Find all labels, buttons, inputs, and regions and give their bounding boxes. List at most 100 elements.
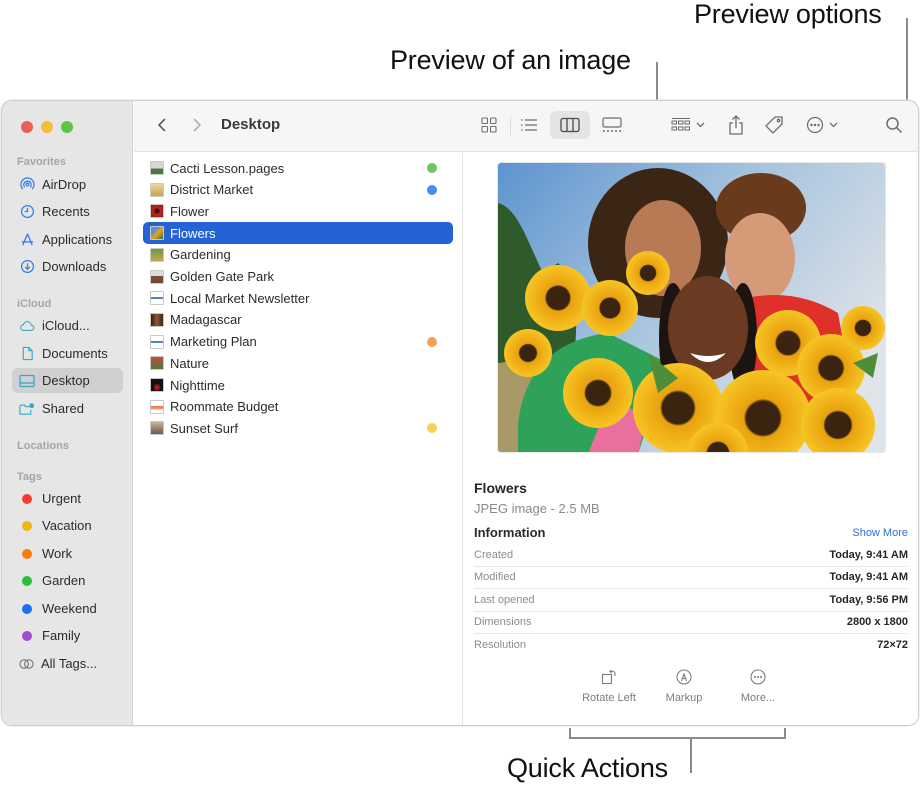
file-name: Local Market Newsletter	[170, 290, 310, 306]
clock-icon	[19, 204, 35, 220]
sidebar-tag-vacation[interactable]: Vacation	[12, 513, 123, 538]
file-thumbnail-icon	[150, 269, 164, 284]
file-thumbnail-icon	[150, 312, 164, 327]
sidebar-item-shared[interactable]: Shared	[12, 396, 123, 421]
search-button[interactable]	[882, 111, 906, 139]
group-by-icon	[671, 118, 690, 131]
preview-photo	[498, 163, 885, 452]
tag-icon	[765, 116, 783, 134]
file-row[interactable]: Cacti Lesson.pages	[143, 157, 453, 179]
sidebar-item-downloads[interactable]: Downloads	[12, 254, 123, 279]
group-by-button[interactable]	[668, 111, 708, 139]
list-view-button[interactable]	[514, 111, 544, 139]
sidebar-item-label: Shared	[42, 401, 84, 416]
show-more-link[interactable]: Show More	[852, 527, 908, 539]
file-tag-dot	[427, 163, 437, 173]
info-value: Today, 9:41 AM	[829, 571, 908, 584]
markup-button[interactable]: Markup	[649, 669, 719, 704]
action-menu-button[interactable]	[804, 111, 840, 139]
file-name: Roommate Budget	[170, 399, 279, 415]
tag-color-dot	[22, 548, 32, 559]
sidebar-item-label: Garden	[42, 573, 86, 588]
sidebar-item-documents[interactable]: Documents	[12, 341, 123, 366]
sidebar-tag-garden[interactable]: Garden	[12, 568, 123, 593]
sidebar-tag-weekend[interactable]: Weekend	[12, 596, 123, 621]
window-controls	[21, 121, 73, 133]
zoom-button[interactable]	[61, 121, 73, 133]
sidebar-item-icloud-drive[interactable]: iCloud...	[12, 313, 123, 338]
tag-color-dot	[22, 493, 32, 504]
sidebar-tag-work[interactable]: Work	[12, 541, 123, 566]
file-row[interactable]: Madagascar	[143, 309, 453, 331]
section-locations[interactable]: Locations	[17, 440, 69, 452]
list-icon	[521, 119, 537, 131]
file-row[interactable]: Nighttime	[143, 374, 453, 396]
sidebar-item-label: Weekend	[42, 601, 97, 616]
back-button[interactable]	[152, 111, 172, 139]
info-label: Resolution	[474, 639, 526, 652]
chevron-right-icon	[193, 118, 202, 132]
file-name: District Market	[170, 182, 254, 198]
file-row[interactable]: Flowers	[143, 222, 453, 245]
info-row-created: Created Today, 9:41 AM	[474, 544, 908, 567]
sidebar-item-label: iCloud...	[42, 318, 90, 333]
airdrop-icon	[19, 177, 35, 193]
sidebar-item-desktop[interactable]: Desktop	[12, 368, 123, 393]
tag-color-dot	[22, 575, 32, 586]
grid-icon	[481, 117, 497, 133]
file-row[interactable]: Local Market Newsletter	[143, 287, 453, 309]
sidebar-item-applications[interactable]: Applications	[12, 227, 123, 252]
chevron-down-icon	[829, 122, 838, 128]
forward-button[interactable]	[187, 111, 207, 139]
leader-bracket-left	[569, 728, 571, 739]
shared-folder-icon	[19, 401, 35, 417]
ellipsis-circle-icon	[806, 116, 824, 134]
file-row[interactable]: District Market	[143, 179, 453, 201]
info-label: Last opened	[474, 593, 535, 606]
file-row[interactable]: Roommate Budget	[143, 396, 453, 418]
share-button[interactable]	[724, 111, 748, 139]
more-actions-button[interactable]: More...	[723, 669, 793, 704]
information-heading: Information	[474, 525, 546, 540]
sidebar-item-label: Recents	[42, 204, 90, 219]
column-view-button[interactable]	[550, 111, 590, 139]
share-icon	[729, 115, 743, 135]
file-row[interactable]: Sunset Surf	[143, 417, 453, 439]
file-thumbnail-icon	[150, 247, 164, 262]
rotate-left-button[interactable]: Rotate Left	[574, 669, 644, 704]
minimize-button[interactable]	[41, 121, 53, 133]
tag-button[interactable]	[762, 111, 786, 139]
sidebar-item-recents[interactable]: Recents	[12, 199, 123, 224]
icon-view-button[interactable]	[474, 111, 504, 139]
file-row[interactable]: Golden Gate Park	[143, 266, 453, 288]
sidebar-tag-urgent[interactable]: Urgent	[12, 486, 123, 511]
file-row[interactable]: Marketing Plan	[143, 331, 453, 353]
file-thumbnail-icon	[150, 161, 164, 175]
window-title: Desktop	[221, 116, 281, 133]
leader-bracket-right	[784, 728, 786, 739]
tag-color-dot	[22, 630, 32, 641]
preview-file-name: Flowers	[474, 480, 527, 496]
close-button[interactable]	[21, 121, 33, 133]
image-preview[interactable]	[497, 162, 886, 453]
info-label: Dimensions	[474, 616, 532, 629]
preview-file-kind: JPEG image - 2.5 MB	[474, 501, 600, 516]
file-row[interactable]: Gardening	[143, 244, 453, 266]
tag-color-dot	[22, 520, 32, 531]
file-row[interactable]: Nature	[143, 352, 453, 374]
markup-icon	[676, 669, 692, 685]
sidebar-tag-all-tags[interactable]: All Tags...	[12, 651, 123, 676]
applications-icon	[19, 232, 35, 248]
more-icon	[750, 669, 766, 685]
leader-stem-quick-actions	[690, 737, 692, 773]
gallery-view-button[interactable]	[596, 111, 628, 139]
sidebar-item-airdrop[interactable]: AirDrop	[12, 172, 123, 197]
finder-window: Favorites AirDrop Recents Applications D…	[1, 100, 919, 726]
file-thumbnail-icon	[150, 356, 164, 371]
sidebar-tag-family[interactable]: Family	[12, 623, 123, 648]
chevron-down-icon	[696, 122, 705, 128]
file-thumbnail-icon	[150, 334, 164, 349]
document-icon	[19, 346, 35, 362]
sidebar-item-label: All Tags...	[41, 656, 98, 671]
file-row[interactable]: Flower	[143, 200, 453, 222]
